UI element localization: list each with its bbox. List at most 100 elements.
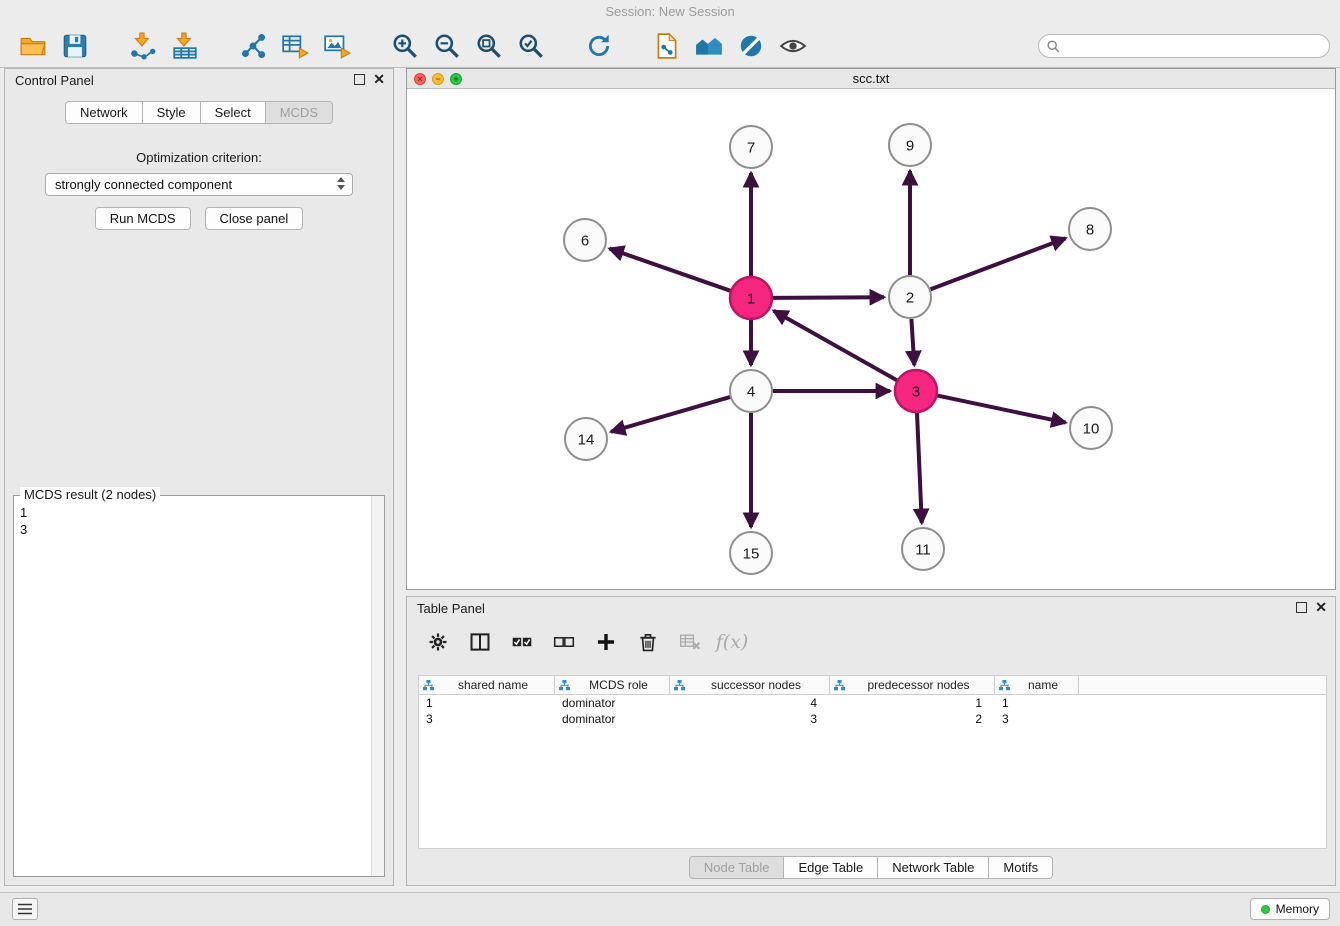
result-scrollbar[interactable] bbox=[371, 496, 384, 876]
column-header-shared-name[interactable]: shared name bbox=[419, 676, 555, 694]
node-label: 2 bbox=[906, 289, 914, 306]
table-panel-title: Table Panel bbox=[417, 601, 485, 616]
minimize-window-icon[interactable]: − bbox=[432, 73, 444, 85]
table-panel-header: Table Panel ✕ bbox=[407, 597, 1335, 621]
control-panel-title: Control Panel bbox=[15, 73, 94, 88]
graph-node-8[interactable]: 8 bbox=[1069, 208, 1111, 250]
table-cell[interactable]: 1 bbox=[830, 695, 995, 711]
control-panel: Control Panel ✕ NetworkStyleSelectMCDS O… bbox=[4, 68, 394, 886]
tab-style[interactable]: Style bbox=[142, 101, 200, 124]
graph-node-7[interactable]: 7 bbox=[730, 126, 772, 168]
column-header-MCDS-role[interactable]: MCDS role bbox=[555, 676, 670, 694]
column-header-successor-nodes[interactable]: successor nodes bbox=[670, 676, 830, 694]
export-table-icon[interactable] bbox=[279, 30, 311, 62]
optimization-criterion-select[interactable]: strongly connected component bbox=[45, 173, 353, 196]
column-header-filler bbox=[1079, 676, 1326, 694]
graph-edge-2-8[interactable] bbox=[931, 238, 1066, 289]
columns-icon[interactable] bbox=[467, 629, 493, 655]
node-table: shared nameMCDS rolesuccessor nodes prede… bbox=[418, 675, 1327, 849]
close-panel-button[interactable]: Close panel bbox=[205, 207, 304, 230]
graph-edge-3-11[interactable] bbox=[917, 413, 922, 523]
search-input[interactable] bbox=[1065, 39, 1321, 53]
import-network-icon[interactable] bbox=[127, 30, 159, 62]
table-cell[interactable]: 3 bbox=[995, 711, 1079, 727]
table-cell[interactable]: 1 bbox=[995, 695, 1079, 711]
tab-network[interactable]: Network bbox=[65, 101, 142, 124]
float-panel-icon[interactable] bbox=[354, 74, 365, 85]
window-title: Session: New Session bbox=[605, 4, 734, 19]
export-image-icon[interactable] bbox=[321, 30, 353, 62]
maximize-window-icon[interactable]: + bbox=[450, 73, 462, 85]
run-mcds-button[interactable]: Run MCDS bbox=[95, 207, 191, 230]
tab-edge-table[interactable]: Edge Table bbox=[783, 856, 877, 879]
gear-icon[interactable] bbox=[425, 629, 451, 655]
memory-button[interactable]: Memory bbox=[1250, 898, 1330, 920]
graph-edge-3-10[interactable] bbox=[938, 396, 1066, 423]
home-icon[interactable] bbox=[693, 30, 725, 62]
mcds-result-title: MCDS result (2 nodes) bbox=[20, 487, 160, 502]
graph-node-14[interactable]: 14 bbox=[565, 418, 607, 460]
table-cell[interactable]: dominator bbox=[555, 695, 670, 711]
table-toolbar: f(x) bbox=[425, 625, 745, 659]
toolbar-group bbox=[578, 30, 620, 62]
node-label: 4 bbox=[747, 383, 755, 400]
graph-edge-1-2[interactable] bbox=[773, 297, 884, 298]
import-table-icon[interactable] bbox=[169, 30, 201, 62]
tab-motifs[interactable]: Motifs bbox=[988, 856, 1053, 879]
graph-node-10[interactable]: 10 bbox=[1070, 407, 1112, 449]
toolbar-group bbox=[384, 30, 552, 62]
tab-mcds[interactable]: MCDS bbox=[265, 101, 333, 124]
graph-node-3[interactable]: 3 bbox=[895, 370, 937, 412]
zoom-fit-icon[interactable] bbox=[473, 30, 505, 62]
zoom-out-icon[interactable] bbox=[431, 30, 463, 62]
export-network-icon[interactable] bbox=[237, 30, 269, 62]
table-row[interactable]: 3dominator323 bbox=[419, 711, 1326, 727]
graph-node-2[interactable]: 2 bbox=[889, 276, 931, 318]
list-icon bbox=[17, 902, 33, 916]
graph-node-4[interactable]: 4 bbox=[730, 370, 772, 412]
zoom-selected-icon[interactable] bbox=[515, 30, 547, 62]
close-table-panel-icon[interactable]: ✕ bbox=[1315, 602, 1327, 613]
trash-icon[interactable] bbox=[635, 629, 661, 655]
style-icon[interactable] bbox=[735, 30, 767, 62]
search-box[interactable] bbox=[1038, 34, 1330, 58]
graph-edge-2-3[interactable] bbox=[911, 319, 914, 365]
select-all-icon[interactable] bbox=[509, 629, 535, 655]
graph-node-15[interactable]: 15 bbox=[730, 532, 772, 574]
graph-edge-3-1[interactable] bbox=[774, 311, 897, 380]
deselect-all-icon[interactable] bbox=[551, 629, 577, 655]
document-network-icon[interactable] bbox=[651, 30, 683, 62]
graph-edge-1-6[interactable] bbox=[610, 249, 731, 291]
toolbar-group bbox=[232, 30, 358, 62]
close-window-icon[interactable]: × bbox=[414, 73, 426, 85]
tab-node-table[interactable]: Node Table bbox=[689, 856, 784, 879]
table-cell[interactable]: 2 bbox=[830, 711, 995, 727]
tab-select[interactable]: Select bbox=[200, 101, 265, 124]
graph-edge-4-14[interactable] bbox=[611, 397, 730, 432]
table-cell[interactable]: 3 bbox=[670, 711, 830, 727]
graph-node-6[interactable]: 6 bbox=[564, 219, 606, 261]
zoom-in-icon[interactable] bbox=[389, 30, 421, 62]
graph-node-9[interactable]: 9 bbox=[889, 124, 931, 166]
column-header-name[interactable]: name bbox=[995, 676, 1079, 694]
table-cell[interactable]: 4 bbox=[670, 695, 830, 711]
column-header-predecessor-nodes[interactable]: predecessor nodes bbox=[830, 676, 995, 694]
table-cell[interactable]: dominator bbox=[555, 711, 670, 727]
close-panel-icon[interactable]: ✕ bbox=[373, 74, 385, 85]
refresh-icon[interactable] bbox=[583, 30, 615, 62]
graph-node-11[interactable]: 11 bbox=[902, 528, 944, 570]
network-canvas[interactable]: 7 9 6 8 1 2 4 3 14 10 15 11 bbox=[407, 89, 1335, 589]
tab-network-table[interactable]: Network Table bbox=[877, 856, 988, 879]
save-icon[interactable] bbox=[59, 30, 91, 62]
eye-icon[interactable] bbox=[777, 30, 809, 62]
open-folder-icon[interactable] bbox=[17, 30, 49, 62]
task-history-button[interactable] bbox=[12, 898, 38, 920]
node-label: 6 bbox=[581, 232, 589, 249]
table-row[interactable]: 1dominator411 bbox=[419, 695, 1326, 711]
table-cell[interactable]: 3 bbox=[419, 711, 555, 727]
float-table-panel-icon[interactable] bbox=[1296, 602, 1307, 613]
add-icon[interactable] bbox=[593, 629, 619, 655]
column-header-label: predecessor nodes bbox=[847, 678, 990, 692]
graph-node-1[interactable]: 1 bbox=[730, 277, 772, 319]
table-cell[interactable]: 1 bbox=[419, 695, 555, 711]
